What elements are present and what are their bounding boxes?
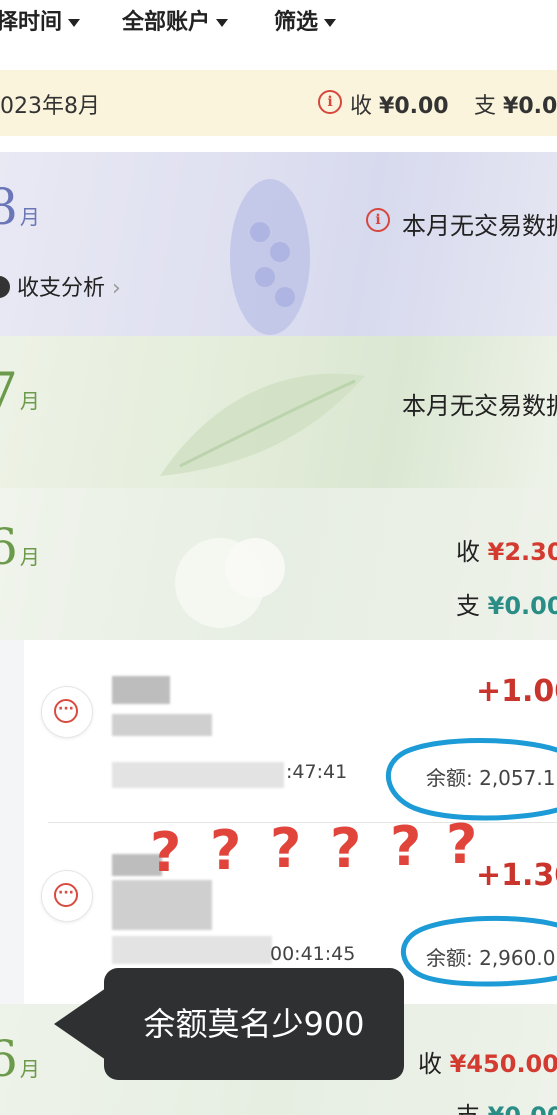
- transaction-time: :47:41: [286, 761, 348, 783]
- chevron-right-icon: ›: [112, 276, 121, 301]
- month-number: 8月: [0, 178, 40, 236]
- expense-label: 支: [456, 1102, 480, 1115]
- no-data-text: 本月无交易数据: [402, 212, 557, 240]
- month-number: 7月: [0, 362, 40, 420]
- income-label: 收: [350, 94, 373, 119]
- account-filter[interactable]: 全部账户: [122, 4, 229, 36]
- pie-chart-icon: [0, 276, 10, 298]
- income-label: 收: [456, 538, 480, 566]
- question-mark-icon: ?: [270, 817, 302, 880]
- tooltip-arrow: [54, 988, 106, 1060]
- transaction-category-icon: ···: [41, 686, 93, 738]
- expense-value: ¥0.00: [487, 592, 557, 620]
- transaction-time: 00:41:45: [270, 943, 356, 965]
- category-filter-label: 筛选: [274, 10, 319, 35]
- question-marks-annotation: ? ? ? ? ? ?: [150, 818, 490, 888]
- account-filter-label: 全部账户: [122, 10, 211, 35]
- more-icon: ···: [54, 699, 78, 723]
- expense-label: 支: [474, 94, 497, 119]
- expense-label: 支: [456, 592, 480, 620]
- income-value: ¥0.00: [379, 94, 449, 119]
- month-number: 6月: [0, 518, 40, 576]
- chevron-down-icon: [324, 19, 337, 27]
- analysis-link[interactable]: 收支分析 ›: [0, 270, 121, 302]
- income-summary: 收 ¥0.00: [350, 88, 449, 120]
- flower-decoration: [230, 179, 310, 335]
- redacted-text: [112, 676, 170, 704]
- question-mark-icon: ?: [390, 815, 422, 878]
- filter-bar: 择时间 全部账户 筛选: [0, 0, 557, 48]
- expense-summary: 支 ¥0.00: [474, 88, 557, 120]
- time-filter[interactable]: 择时间: [0, 4, 81, 36]
- period-summary-bar: 2023年8月 i 收 ¥0.00 支 ¥0.00: [0, 70, 557, 136]
- question-mark-icon: ?: [446, 813, 478, 876]
- chevron-down-icon: [216, 19, 229, 27]
- flower-decoration: [175, 538, 285, 628]
- more-icon: ···: [54, 883, 78, 907]
- month-number: 6月: [0, 1030, 40, 1088]
- no-data-text: 本月无交易数据: [402, 392, 557, 420]
- leaf-decoration: [160, 373, 365, 476]
- transaction-amount: +1.00: [476, 674, 557, 709]
- analysis-label: 收支分析: [17, 276, 106, 301]
- income-label: 收: [418, 1050, 442, 1078]
- income-value: ¥2.30: [487, 538, 557, 566]
- month-card-june[interactable]: 6月 收 ¥2.30 支 ¥0.00: [0, 488, 557, 640]
- info-icon[interactable]: i: [318, 90, 342, 114]
- income-summary: 收 ¥450.00: [418, 1044, 557, 1079]
- annotation-tooltip: 余额莫名少900: [104, 968, 404, 1080]
- income-summary: 收 ¥2.30: [456, 532, 557, 567]
- month-card-july[interactable]: 7月 本月无交易数据: [0, 336, 557, 488]
- expense-value: ¥0.00: [503, 94, 557, 119]
- category-filter[interactable]: 筛选: [274, 4, 337, 36]
- question-mark-icon: ?: [210, 819, 242, 882]
- expense-summary: 支 ¥0.00: [456, 586, 557, 621]
- time-filter-label: 择时间: [0, 10, 63, 35]
- info-icon[interactable]: i: [366, 208, 390, 232]
- question-mark-icon: ?: [150, 821, 182, 884]
- month-card-august[interactable]: 8月 i 本月无交易数据 收支分析 ›: [0, 152, 557, 336]
- transaction-category-icon: ···: [41, 870, 93, 922]
- redacted-text: [112, 762, 284, 788]
- question-mark-icon: ?: [330, 817, 362, 880]
- expense-value: ¥0.00: [488, 1102, 557, 1115]
- expense-summary: 支 ¥0.00: [456, 1096, 557, 1115]
- chevron-down-icon: [68, 19, 81, 27]
- redacted-text: [112, 714, 212, 736]
- income-value: ¥450.00: [449, 1050, 557, 1078]
- redacted-text: [112, 936, 272, 964]
- period-label: 2023年8月: [0, 94, 100, 119]
